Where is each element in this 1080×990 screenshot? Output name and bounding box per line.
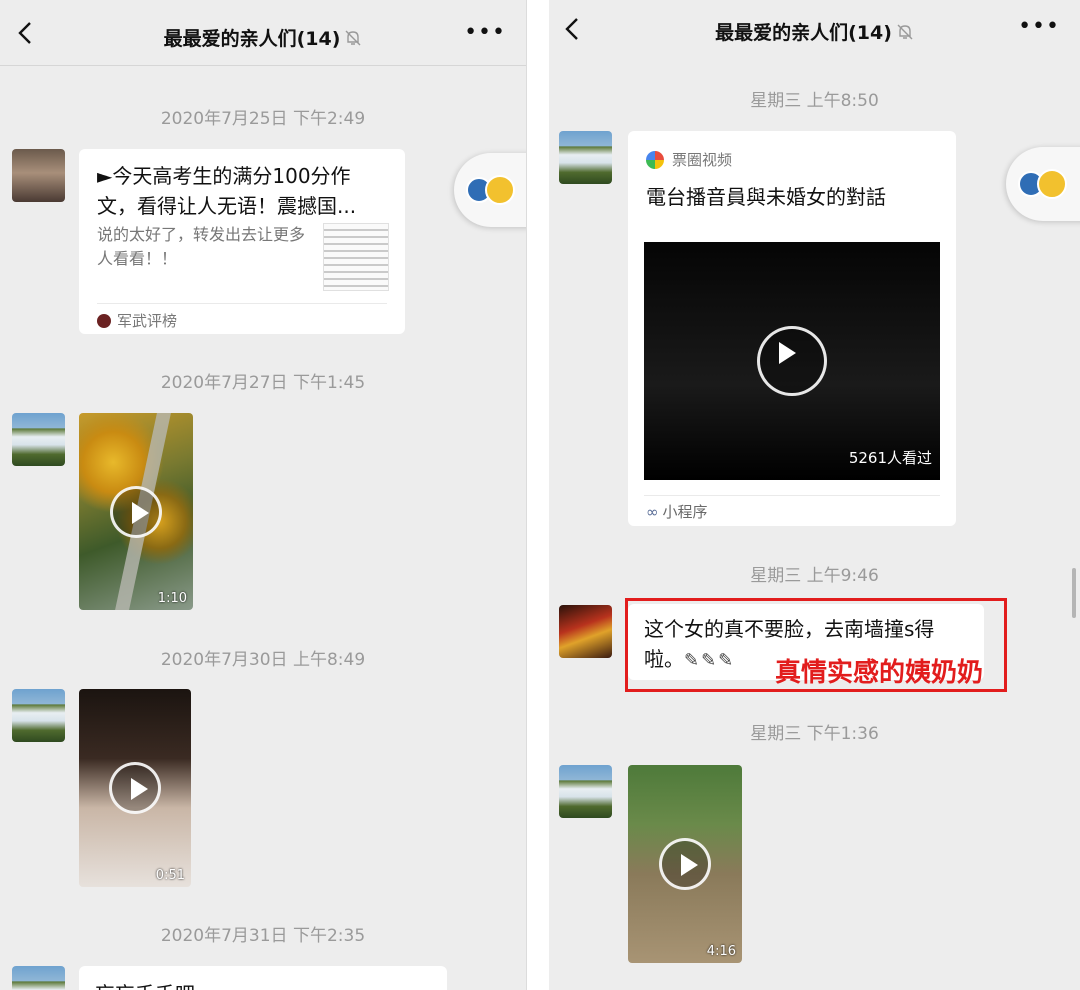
more-dots-icon[interactable]: •••: [1018, 16, 1060, 38]
avatar[interactable]: [12, 966, 65, 990]
avatar[interactable]: [559, 605, 612, 658]
timestamp: 星期三 上午9:46: [750, 566, 879, 586]
chat-title-text: 最最爱的亲人们(14): [163, 28, 341, 50]
video-duration: 1:10: [157, 591, 187, 606]
video-thumbnail[interactable]: 5261人看过: [644, 242, 940, 480]
link-source: 军武评榜: [97, 310, 177, 331]
floating-window-pill[interactable]: [454, 153, 526, 227]
video-duration: 4:16: [706, 944, 736, 959]
play-icon[interactable]: [757, 326, 827, 396]
link-thumbnail: [323, 223, 389, 291]
left-chat-screen: 最最爱的亲人们(14) ••• 2020年7月25日 下午2:49 ►今天高考生…: [0, 0, 527, 990]
timestamp: 2020年7月31日 下午2:35: [160, 926, 366, 946]
divider: [644, 495, 940, 496]
mini-program-footer: ∞ 小程序: [646, 501, 708, 522]
mute-bell-icon: [897, 24, 913, 40]
mini-program-title: 電台播音員與未婚女的對話: [646, 185, 886, 209]
source-name: 军武评榜: [117, 312, 178, 330]
divider: [97, 303, 387, 304]
avatar[interactable]: [559, 131, 612, 184]
video-message[interactable]: 1:10: [79, 413, 193, 610]
avatar[interactable]: [12, 689, 65, 742]
link-description: 说的太好了，转发出去让更多人看看！！: [97, 225, 306, 268]
avatar[interactable]: [12, 413, 65, 466]
timestamp: 2020年7月25日 下午2:49: [160, 109, 366, 129]
timestamp: 星期三 上午8:50: [750, 91, 879, 111]
right-chat-screen: 最最爱的亲人们(14) ••• 星期三 上午8:50 票圈视频 電台播音員與未婚…: [549, 0, 1080, 990]
float-app-icon: [1037, 169, 1067, 199]
video-message[interactable]: 0:51: [79, 689, 191, 887]
timestamp: 星期三 下午1:36: [750, 724, 879, 744]
video-message[interactable]: 4:16: [628, 765, 742, 963]
chat-title: 最最爱的亲人们(14): [0, 24, 526, 51]
link-title: ►今天高考生的满分100分作文，看得让人无语！震撼国...: [97, 164, 357, 218]
float-app-icon: [485, 175, 515, 205]
message-text: 忘忘千千吧: [95, 978, 195, 990]
app-name: 票圈视频: [672, 151, 733, 169]
video-duration: 0:51: [155, 868, 185, 883]
more-dots-icon[interactable]: •••: [464, 22, 506, 44]
link-icon: ∞: [646, 503, 659, 521]
avatar[interactable]: [12, 149, 65, 202]
scrollbar[interactable]: [1072, 568, 1076, 618]
floating-window-pill[interactable]: [1006, 147, 1080, 221]
avatar[interactable]: [559, 765, 612, 818]
footer-label: 小程序: [662, 503, 708, 521]
play-icon[interactable]: [110, 485, 162, 538]
play-icon[interactable]: [109, 762, 161, 814]
chat-header: 最最爱的亲人们(14) •••: [0, 0, 526, 66]
mini-program-card[interactable]: 票圈视频 電台播音員與未婚女的對話 5261人看过 ∞ 小程序: [628, 131, 956, 526]
chat-title-text: 最最爱的亲人们(14): [715, 22, 892, 44]
timestamp: 2020年7月30日 上午8:49: [160, 650, 366, 670]
text-bubble[interactable]: 忘忘千千吧: [79, 966, 447, 990]
mute-bell-icon: [345, 30, 361, 46]
app-logo-icon: [646, 151, 664, 169]
annotation-caption: 真情实感的姨奶奶: [775, 658, 984, 688]
timestamp: 2020年7月27日 下午1:45: [160, 373, 366, 393]
view-count: 5261人看过: [848, 449, 932, 467]
mini-program-source: 票圈视频: [646, 149, 732, 170]
chat-header: 最最爱的亲人们(14) •••: [549, 0, 1080, 60]
play-icon[interactable]: [659, 838, 711, 890]
source-logo-icon: [97, 314, 111, 328]
chat-title: 最最爱的亲人们(14): [549, 18, 1080, 45]
link-card[interactable]: ►今天高考生的满分100分作文，看得让人无语！震撼国... 说的太好了，转发出去…: [79, 149, 405, 334]
